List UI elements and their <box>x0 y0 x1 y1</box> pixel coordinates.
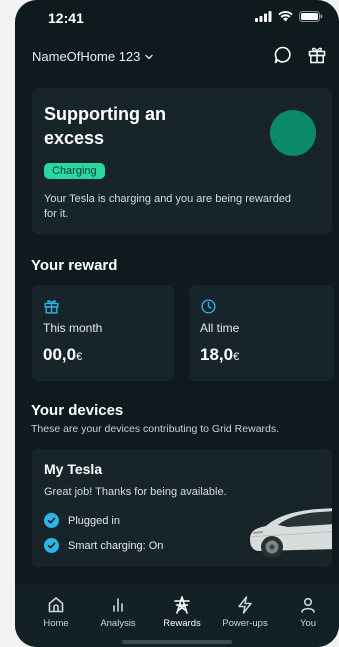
check-label: Smart charging: On <box>68 539 164 552</box>
tab-label: You <box>299 618 317 629</box>
gift-icon[interactable] <box>307 45 327 65</box>
devices-section-title: Your devices <box>31 402 124 419</box>
device-status-smart-charging: Smart charging: On <box>44 538 163 553</box>
this-month-amount: 00,0 <box>43 345 77 364</box>
all-time-value: 18,0€ <box>200 345 239 365</box>
device-description: Great job! Thanks for being available. <box>44 486 227 498</box>
chevron-down-icon <box>145 54 154 59</box>
reward-this-month-card[interactable]: This month 00,0€ <box>32 285 174 381</box>
check-label: Plugged in <box>68 514 120 527</box>
all-time-amount: 18,0 <box>200 345 234 364</box>
status-bar: 12:41 <box>15 0 339 36</box>
tab-you[interactable]: You <box>280 595 336 629</box>
tab-label: Home <box>43 618 69 629</box>
status-time: 12:41 <box>48 10 84 26</box>
all-time-unit: € <box>233 351 240 363</box>
device-status-plugged-in: Plugged in <box>44 513 120 528</box>
tab-label: Rewards <box>163 618 201 629</box>
wifi-icon <box>278 11 293 22</box>
tab-label: Analysis <box>100 618 136 629</box>
home-name: NameOfHome 123 <box>32 49 141 64</box>
clock-icon <box>201 299 216 314</box>
chat-icon[interactable] <box>273 45 293 65</box>
bottom-tab-bar: Home Analysis Rewards Power-ups You <box>15 585 339 647</box>
signal-icon <box>255 11 272 22</box>
status-icons <box>255 11 323 22</box>
all-time-label: All time <box>200 321 240 335</box>
power-tower-icon <box>174 596 190 614</box>
phone-screen: 12:41 NameOfHome 123 Supporting an exces… <box>15 0 339 647</box>
this-month-label: This month <box>43 321 103 335</box>
header: NameOfHome 123 <box>15 44 339 70</box>
status-hero-card: Supporting an excess Charging Your Tesla… <box>32 88 332 234</box>
device-name: My Tesla <box>44 461 103 477</box>
home-indicator <box>122 640 232 644</box>
header-actions <box>273 45 327 65</box>
hero-description: Your Tesla is charging and you are being… <box>44 193 292 220</box>
device-card-my-tesla[interactable]: My Tesla Great job! Thanks for being ava… <box>32 449 332 567</box>
status-indicator-circle <box>270 110 316 156</box>
home-selector[interactable]: NameOfHome 123 <box>32 49 154 64</box>
tab-analysis[interactable]: Analysis <box>90 595 146 629</box>
hero-title: Supporting an excess <box>44 104 166 148</box>
this-month-value: 00,0€ <box>43 345 82 365</box>
tab-label: Power-ups <box>222 618 268 629</box>
this-month-unit: € <box>76 351 83 363</box>
home-icon <box>48 597 64 613</box>
tab-home[interactable]: Home <box>28 595 84 629</box>
battery-icon <box>299 11 323 22</box>
reward-all-time-card[interactable]: All time 18,0€ <box>189 285 334 381</box>
tab-power-ups[interactable]: Power-ups <box>217 595 273 629</box>
tab-rewards[interactable]: Rewards <box>154 595 210 629</box>
person-icon <box>301 597 315 613</box>
car-image <box>250 508 332 558</box>
check-circle-icon <box>44 513 59 528</box>
devices-section-subtitle: These are your devices contributing to G… <box>31 423 280 435</box>
check-circle-icon <box>44 538 59 553</box>
bolt-icon <box>238 596 252 614</box>
status-badge: Charging <box>44 163 105 179</box>
reward-section-title: Your reward <box>31 257 118 274</box>
gift-icon <box>44 300 59 314</box>
bar-chart-icon <box>113 598 123 612</box>
